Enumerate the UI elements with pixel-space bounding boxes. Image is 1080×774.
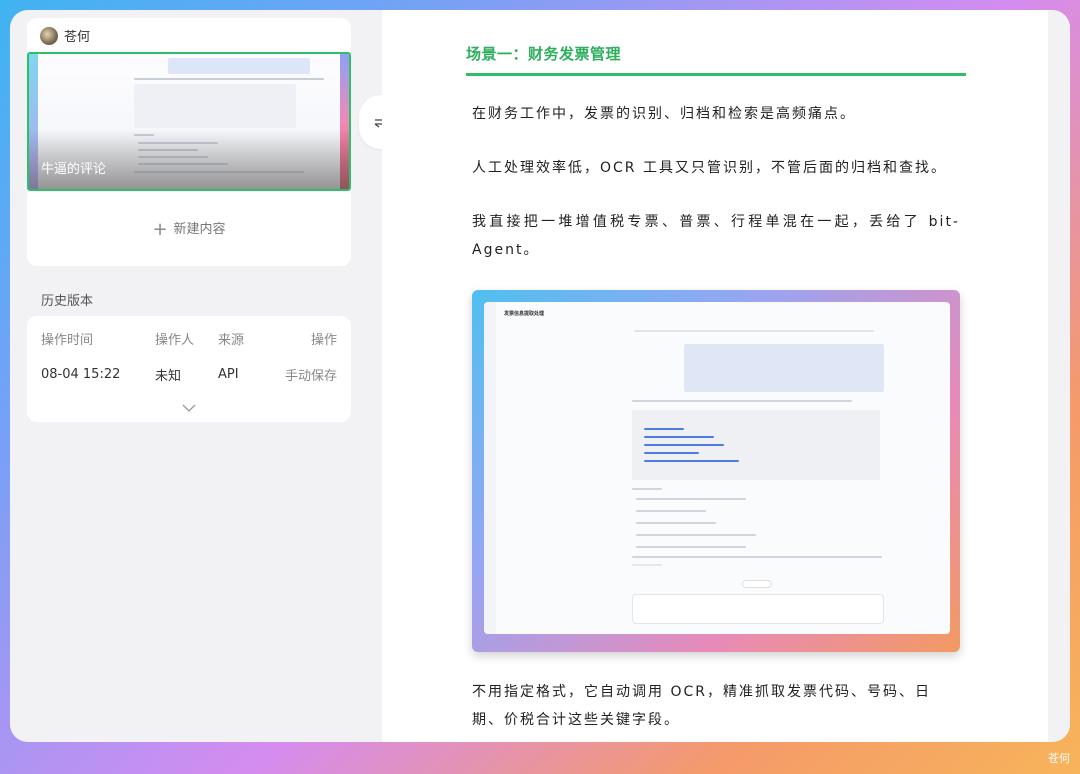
- author-row: 苍何: [27, 26, 351, 45]
- cell-time: 08-04 15:22: [41, 366, 121, 382]
- scroll-gutter: [1048, 10, 1070, 742]
- screenshot-title: 发票信息提取处理: [504, 311, 545, 317]
- screenshot-input: [632, 594, 884, 624]
- paragraph: 人工处理效率低，OCR 工具又只管识别，不管后面的归档和查找。: [472, 160, 947, 176]
- left-panel: 苍何 牛逼的评论 + 新建内容 历史版本 操作时间 操作人 来源 操作 08-0…: [10, 10, 382, 742]
- history-title: 历史版本: [41, 294, 94, 309]
- new-content-label: 新建内容: [173, 222, 226, 237]
- plus-icon: +: [152, 219, 168, 240]
- avatar: [40, 26, 58, 45]
- screenshot-window: 发票信息提取处理: [484, 302, 950, 634]
- content-thumbnail[interactable]: 牛逼的评论: [27, 52, 351, 191]
- screenshot-stop-button: [742, 580, 772, 588]
- section-title: 场景一：财务发票管理: [466, 43, 966, 76]
- cell-operator: 未知: [155, 368, 182, 384]
- thumbnail-caption: 牛逼的评论: [41, 162, 107, 177]
- app-window: 苍何 牛逼的评论 + 新建内容 历史版本 操作时间 操作人 来源 操作 08-0…: [10, 10, 1070, 742]
- table-row[interactable]: 08-04 15:22 未知 API 手动保存: [41, 360, 337, 388]
- chevron-down-icon[interactable]: [182, 400, 196, 416]
- cell-action: 手动保存: [284, 368, 337, 384]
- col-header-operator: 操作人: [155, 332, 195, 348]
- thumbnail-code-box: [134, 84, 296, 128]
- author-name: 苍何: [64, 30, 91, 45]
- cell-source: API: [218, 366, 239, 382]
- col-header-time: 操作时间: [41, 332, 94, 348]
- history-header-row: 操作时间 操作人 来源 操作: [41, 316, 337, 360]
- content-card: 苍何 牛逼的评论 + 新建内容: [27, 18, 351, 266]
- col-header-source: 来源: [218, 332, 245, 348]
- watermark: 苍何: [1048, 752, 1070, 765]
- new-content-button[interactable]: + 新建内容: [27, 218, 351, 240]
- paragraph: 我直接把一堆增值税专票、普票、行程单混在一起，丢给了 bit-Agent。: [472, 214, 960, 258]
- col-header-action: 操作: [310, 332, 337, 348]
- article-screenshot: 发票信息提取处理: [472, 290, 960, 652]
- paragraph: 在财务工作中，发票的识别、归档和检索是高频痛点。: [472, 106, 856, 122]
- article: 场景一：财务发票管理 在财务工作中，发票的识别、归档和检索是高频痛点。 人工处理…: [466, 10, 966, 734]
- thumbnail-bubble: [168, 58, 310, 74]
- article-panel: 场景一：财务发票管理 在财务工作中，发票的识别、归档和检索是高频痛点。 人工处理…: [382, 10, 1070, 742]
- screenshot-sidebar: [484, 302, 496, 634]
- paragraph: 不用指定格式，它自动调用 OCR，精准抓取发票代码、号码、日期、价税合计这些关键…: [472, 684, 931, 728]
- history-table: 操作时间 操作人 来源 操作 08-04 15:22 未知 API 手动保存: [27, 316, 351, 422]
